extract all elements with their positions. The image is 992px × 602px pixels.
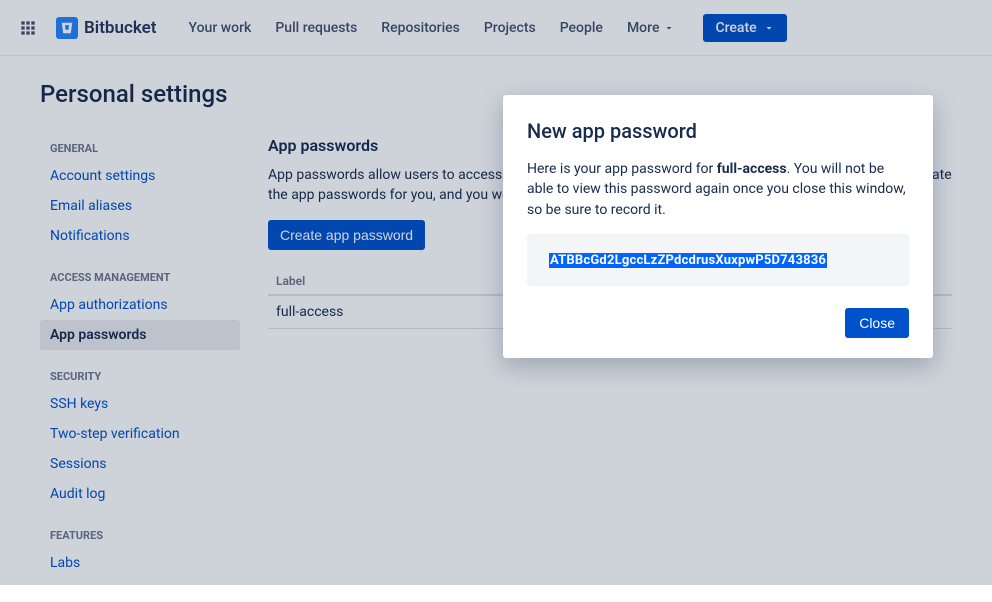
- modal-title: New app password: [527, 119, 909, 143]
- new-app-password-modal: New app password Here is your app passwo…: [503, 95, 933, 358]
- close-button[interactable]: Close: [845, 308, 909, 338]
- password-display-box: ATBBcGd2LgccLzZPdcdrusXuxpwP5D743836: [527, 234, 909, 286]
- modal-footer: Close: [527, 308, 909, 338]
- generated-password[interactable]: ATBBcGd2LgccLzZPdcdrusXuxpwP5D743836: [549, 253, 827, 268]
- modal-password-label: full-access: [717, 161, 787, 177]
- modal-body-text: Here is your app password for full-acces…: [527, 159, 909, 220]
